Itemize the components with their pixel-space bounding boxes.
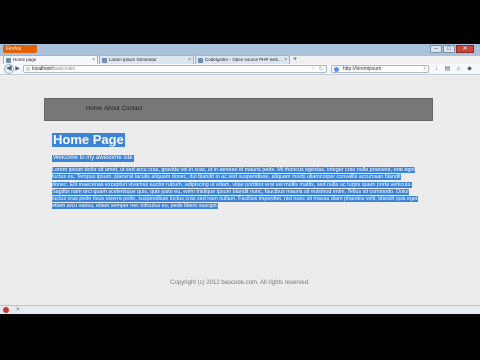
addon-toolbar-icon[interactable]: ◆ (466, 66, 473, 73)
download-icon[interactable]: ↓ (433, 66, 440, 73)
reload-icon[interactable]: ↻ (319, 66, 323, 73)
navigation-toolbar: ◀ ▶ localhost/basic/site/ ☆ ↻ http://lor… (0, 64, 480, 75)
maximize-button[interactable]: □ (443, 45, 455, 53)
tab-strip: Home page × Lorem Ipsum Generator × Code… (3, 55, 299, 64)
tab-codeigniter[interactable]: CodeIgniter - Open source PHP web... × (195, 55, 290, 64)
browser-window: Firefox – □ ✕ Home page × Lorem Ipsum Ge… (0, 44, 480, 314)
page-viewport: Home About Contact Home Page Welcome to my… (0, 76, 480, 305)
forward-icon[interactable]: ▶ (14, 65, 21, 73)
address-bar[interactable]: localhost/basic/site/ ☆ ↻ (23, 65, 327, 73)
url-host: localhost (32, 66, 52, 72)
firefox-menu-button[interactable]: Firefox (3, 45, 37, 53)
window-controls: – □ ✕ (430, 45, 474, 53)
search-icon[interactable]: ⌕ (423, 66, 426, 73)
footer-copyright: Copyright (c) 2012 bascode.com. All righ… (170, 280, 310, 286)
status-close-icon[interactable]: × (16, 306, 20, 314)
body-paragraph-text: Lorem ipsum dolor sit amet, ut sed arcu … (52, 167, 418, 210)
site-navigation: Home About Contact (44, 98, 433, 121)
search-value: http://loremipsum (343, 66, 382, 72)
bookmarks-icon[interactable]: ▤ (444, 66, 451, 73)
home-icon[interactable]: ⌂ (455, 66, 462, 73)
addon-icon[interactable] (3, 307, 9, 313)
tab-home-page[interactable]: Home page × (3, 55, 98, 64)
nav-link-home[interactable]: Home (86, 106, 102, 112)
nav-link-contact[interactable]: Contact (122, 106, 143, 112)
new-tab-button[interactable]: + (291, 56, 299, 64)
status-bar: × (0, 305, 480, 314)
page-favicon-icon (102, 58, 107, 63)
search-engine-icon[interactable] (334, 67, 339, 72)
back-icon[interactable]: ◀ (4, 64, 14, 74)
site-identity-icon (26, 67, 30, 71)
tab-title: CodeIgniter - Open source PHP web... (205, 57, 282, 62)
nav-link-about[interactable]: About (104, 106, 120, 112)
tab-close-icon[interactable]: × (92, 56, 95, 64)
search-input[interactable]: http://loremipsum ⌕ (331, 65, 429, 73)
tab-title: Lorem Ipsum Generator (109, 57, 157, 62)
close-window-button[interactable]: ✕ (456, 45, 474, 53)
body-paragraph: Lorem ipsum dolor sit amet, ut sed arcu … (52, 167, 418, 211)
page-favicon-icon (6, 58, 11, 63)
url-path: /basic/site/ (51, 66, 76, 72)
tab-close-icon[interactable]: × (284, 56, 287, 64)
page-favicon-icon (198, 58, 203, 63)
bookmark-star-icon[interactable]: ☆ (311, 66, 315, 73)
welcome-text: Welcome to my awesome site (52, 155, 134, 162)
tab-title: Home page (13, 57, 37, 62)
tab-close-icon[interactable]: × (188, 56, 191, 64)
tab-lorem-ipsum-generator[interactable]: Lorem Ipsum Generator × (99, 55, 194, 64)
minimize-button[interactable]: – (430, 45, 442, 53)
page-title: Home Page (52, 132, 125, 147)
